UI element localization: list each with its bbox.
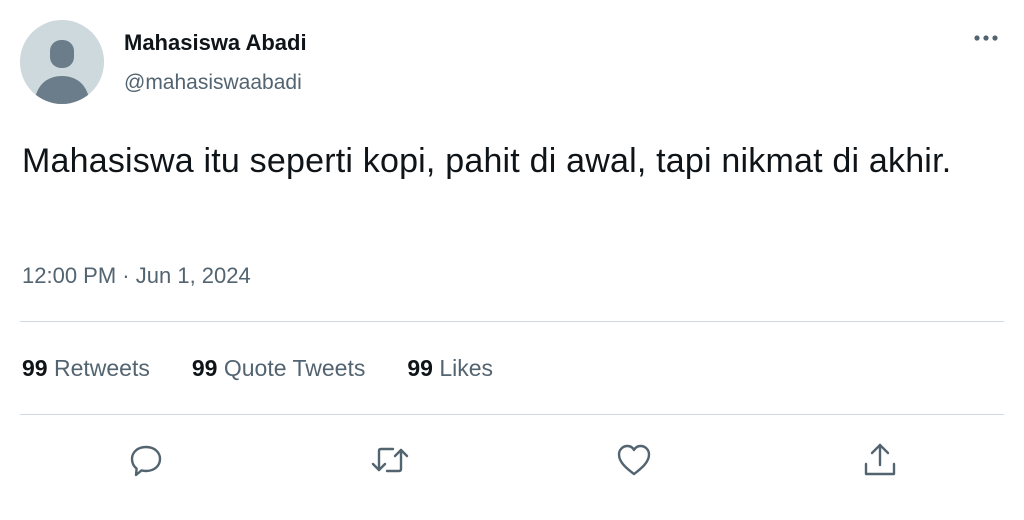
tweet-text: Mahasiswa itu seperti kopi, pahit di awa… — [22, 142, 952, 180]
engagement-stats: 99 Retweets 99 Quote Tweets 99 Likes — [22, 355, 535, 382]
user-handle[interactable]: @mahasiswaabadi — [124, 71, 302, 95]
more-horizontal-icon — [974, 35, 998, 41]
retweets-count: 99 — [22, 355, 48, 381]
likes-stat[interactable]: 99 Likes — [407, 355, 493, 382]
avatar[interactable] — [20, 20, 104, 104]
quote-tweets-stat[interactable]: 99 Quote Tweets — [192, 355, 365, 382]
retweet-button[interactable] — [368, 438, 412, 482]
divider — [20, 414, 1004, 415]
tweet-card: Mahasiswa Abadi @mahasiswaabadi Mahasisw… — [0, 0, 1024, 520]
meta-separator: · — [122, 263, 130, 288]
tweet-time[interactable]: 12:00 PM — [22, 263, 116, 288]
heart-icon — [617, 444, 651, 476]
default-user-icon — [20, 20, 104, 104]
divider — [20, 321, 1004, 322]
display-name[interactable]: Mahasiswa Abadi — [124, 30, 307, 56]
action-bar — [0, 438, 1024, 482]
tweet-date[interactable]: Jun 1, 2024 — [136, 263, 251, 288]
likes-label: Likes — [439, 355, 494, 381]
likes-count: 99 — [407, 355, 433, 381]
share-upload-icon — [864, 443, 896, 476]
like-button[interactable] — [612, 438, 656, 482]
tweet-timestamp: 12:00 PM · Jun 1, 2024 — [22, 263, 251, 289]
more-options-button[interactable] — [964, 24, 1008, 52]
quote-tweets-label: Quote Tweets — [223, 355, 366, 381]
retweet-arrows-icon — [371, 447, 409, 473]
share-button[interactable] — [858, 438, 902, 482]
retweets-stat[interactable]: 99 Retweets — [22, 355, 150, 382]
reply-bubble-icon — [130, 445, 162, 477]
reply-button[interactable] — [124, 438, 168, 482]
quote-tweets-count: 99 — [191, 355, 218, 381]
retweets-label: Retweets — [53, 355, 150, 381]
